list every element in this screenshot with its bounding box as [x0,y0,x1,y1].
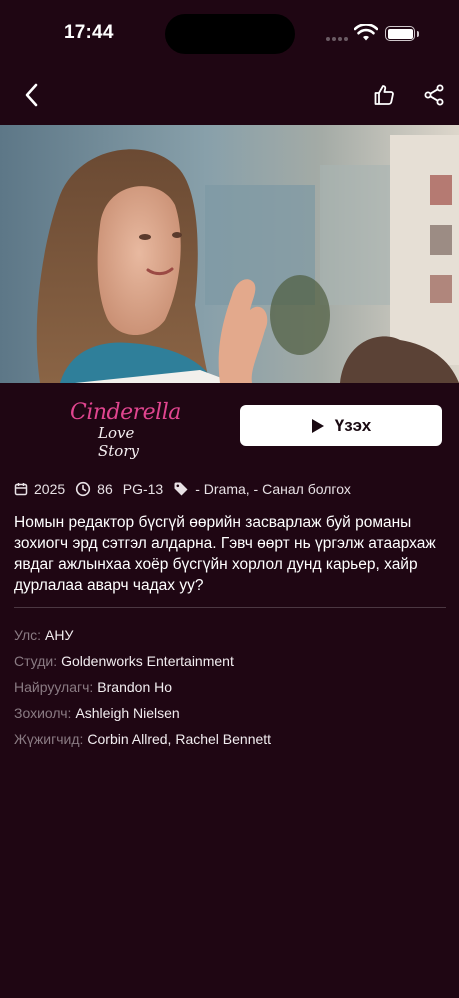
release-year: 2025 [34,481,66,497]
credit-label: Улс: [14,627,42,643]
credit-label: Студи: [14,653,58,669]
credit-value: АНУ [45,627,74,643]
credits-list: Улс: АНУ Студи: Goldenworks Entertainmen… [14,622,446,752]
credit-value: Corbin Allred, Rachel Bennett [87,731,272,747]
credit-label: Жүжигчид: [14,731,84,747]
like-button[interactable] [368,78,400,112]
cellular-signal-icon [326,37,348,41]
clock-icon [75,481,91,497]
divider [14,607,446,608]
share-button[interactable] [418,78,450,112]
movie-title-logo: Cinderella Love Story [62,398,181,460]
watch-button[interactable]: Үзэх [240,405,442,446]
dynamic-island [165,14,295,54]
back-button[interactable] [14,78,48,112]
credit-label: Зохиолч: [14,705,72,721]
credit-writer: Зохиолч: Ashleigh Nielsen [14,700,446,726]
tag-icon [173,481,189,497]
credit-value: Ashleigh Nielsen [75,705,180,721]
watch-button-label: Үзэх [334,415,372,435]
credit-director: Найруулагч: Brandon Ho [14,674,446,700]
credit-value: Brandon Ho [97,679,173,695]
logo-title-line2: Love Story [98,424,139,460]
credit-country: Улс: АНУ [14,622,446,648]
movie-description: Номын редактор бүсгүй өөрийн засварлаж б… [14,514,436,594]
credit-studio: Студи: Goldenworks Entertainment [14,648,446,674]
credit-label: Найруулагч: [14,679,94,695]
genres: - Drama, - Санал болгох [195,481,351,497]
age-rating: PG-13 [122,481,164,497]
play-icon [311,418,324,433]
thumbs-up-icon [374,85,394,105]
movie-meta-row: 2025 86 PG-13 - Drama, - Санал болгох [14,479,351,499]
wifi-icon [353,23,379,47]
status-time: 17:44 [64,22,114,43]
duration: 86 [97,481,113,497]
movie-still-image [0,125,459,383]
status-bar: 17:44 [0,0,459,70]
logo-title-line1: Cinderella [70,400,181,425]
calendar-icon [14,482,28,496]
chevron-left-icon [25,83,38,107]
share-icon [424,84,444,106]
credit-value: Goldenworks Entertainment [61,653,234,669]
battery-icon [385,26,415,41]
credit-cast: Жүжигчид: Corbin Allred, Rachel Bennett [14,726,446,752]
